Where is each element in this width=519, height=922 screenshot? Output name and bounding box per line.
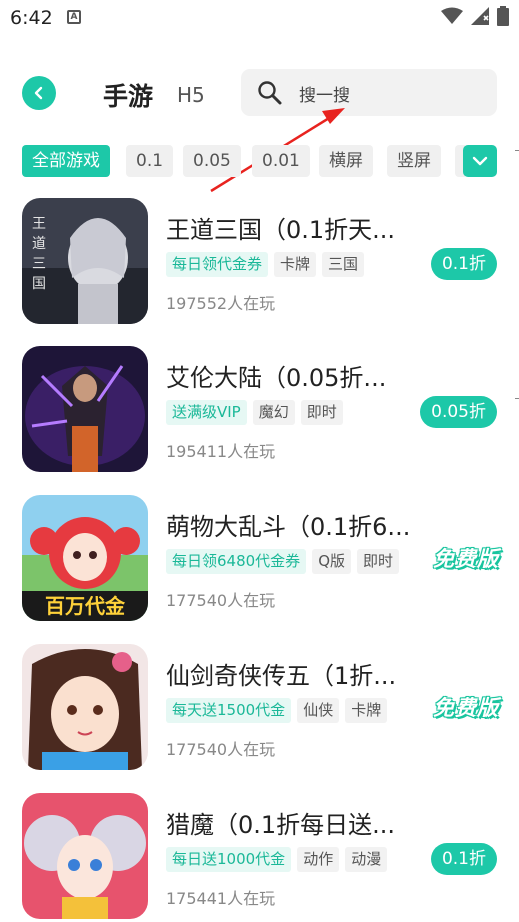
discount-button[interactable]: 0.1折 [430, 248, 497, 280]
chevron-down-icon [472, 156, 488, 166]
icon-overlay-text: 百万代金 [45, 594, 126, 618]
battery-icon [497, 6, 509, 26]
game-icon[interactable] [22, 644, 148, 770]
game-tags: 每日送1000代金 动作 动漫 [166, 847, 388, 872]
free-version-badge[interactable]: 免费版 [433, 692, 499, 722]
player-count: 177540人在玩 [166, 740, 276, 759]
tag-genre: Q版 [312, 549, 351, 574]
tag-theme: 即时 [357, 549, 400, 574]
player-count: 197552人在玩 [166, 294, 276, 313]
tag-promo: 每天送1500代金 [166, 698, 292, 723]
tag-promo: 每日送1000代金 [166, 847, 292, 872]
back-button[interactable] [22, 76, 56, 110]
status-icons [441, 6, 509, 26]
game-title: 仙剑奇侠传五（1折... [166, 662, 397, 690]
tag-promo: 每日领6480代金券 [166, 549, 307, 574]
tag-theme: 即时 [300, 400, 343, 425]
search-icon [258, 81, 282, 105]
tag-theme: 卡牌 [345, 698, 388, 723]
svg-text:王: 王 [32, 216, 46, 232]
tag-genre: 动作 [297, 847, 340, 872]
game-icon[interactable]: 王 道 三 国 [22, 198, 148, 324]
player-count: 195411人在玩 [166, 442, 276, 461]
status-bar: 6:42 A [0, 0, 519, 36]
tab-h5[interactable]: H5 [177, 83, 205, 107]
notification-icon: A [67, 10, 81, 24]
edge-mark [515, 150, 519, 151]
svg-text:三: 三 [32, 256, 46, 272]
wifi-icon [441, 7, 463, 24]
game-title: 王道三国（0.1折天... [166, 216, 396, 244]
game-title: 艾伦大陆（0.05折... [166, 364, 387, 392]
game-title: 萌物大乱斗（0.1折6... [166, 513, 411, 541]
tag-genre: 魔幻 [252, 400, 295, 425]
header: 手游 H5 搜一搜 [0, 68, 519, 118]
game-tags: 每日领6480代金券 Q版 即时 [166, 549, 400, 574]
free-version-badge[interactable]: 免费版 [433, 543, 499, 573]
game-item[interactable]: 艾伦大陆（0.05折... 送满级VIP 魔幻 即时 195411人在玩 0.0… [0, 344, 519, 474]
svg-text:道: 道 [32, 236, 46, 252]
edge-mark [515, 398, 519, 399]
game-item[interactable]: 百万代金 萌物大乱斗（0.1折6... 每日领6480代金券 Q版 即时 177… [0, 493, 519, 623]
game-icon[interactable] [22, 793, 148, 919]
filter-portrait[interactable]: 竖屏 [387, 145, 441, 177]
tag-genre: 仙侠 [297, 698, 340, 723]
tab-mobile-games[interactable]: 手游 [103, 77, 153, 113]
game-icon[interactable] [22, 346, 148, 472]
tag-theme: 动漫 [345, 847, 388, 872]
discount-button[interactable]: 0.05折 [420, 396, 497, 428]
signal-icon [471, 7, 489, 25]
filter-bar: 全部游戏 0.1 0.05 0.01 横屏 竖屏 [0, 145, 519, 177]
tag-promo: 每日领代金券 [166, 252, 269, 277]
filter-landscape[interactable]: 横屏 [319, 145, 373, 177]
filter-0-01[interactable]: 0.01 [252, 145, 310, 177]
filter-0-05[interactable]: 0.05 [183, 145, 241, 177]
filter-dropdown-button[interactable] [463, 145, 497, 177]
filter-0-1[interactable]: 0.1 [126, 145, 174, 177]
game-tags: 送满级VIP 魔幻 即时 [166, 400, 343, 425]
game-tags: 每日领代金券 卡牌 三国 [166, 252, 365, 277]
tag-theme: 三国 [322, 252, 365, 277]
search-box[interactable]: 搜一搜 [241, 69, 497, 116]
svg-text:国: 国 [32, 276, 46, 292]
game-tags: 每天送1500代金 仙侠 卡牌 [166, 698, 388, 723]
status-time: 6:42 [10, 7, 53, 29]
search-placeholder: 搜一搜 [299, 86, 350, 106]
chevron-left-icon [34, 86, 43, 100]
player-count: 175441人在玩 [166, 889, 276, 908]
game-item[interactable]: 王 道 三 国 王道三国（0.1折天... 每日领代金券 卡牌 三国 19755… [0, 196, 519, 326]
tag-genre: 卡牌 [274, 252, 317, 277]
tag-promo: 送满级VIP [166, 400, 247, 425]
discount-button[interactable]: 0.1折 [430, 843, 497, 875]
game-item[interactable]: 仙剑奇侠传五（1折... 每天送1500代金 仙侠 卡牌 177540人在玩 免… [0, 642, 519, 772]
player-count: 177540人在玩 [166, 591, 276, 610]
filter-all-games[interactable]: 全部游戏 [22, 145, 110, 177]
game-item[interactable]: 猎魔（0.1折每日送... 每日送1000代金 动作 动漫 175441人在玩 … [0, 791, 519, 921]
game-icon[interactable]: 百万代金 [22, 495, 148, 621]
game-title: 猎魔（0.1折每日送... [166, 811, 396, 839]
